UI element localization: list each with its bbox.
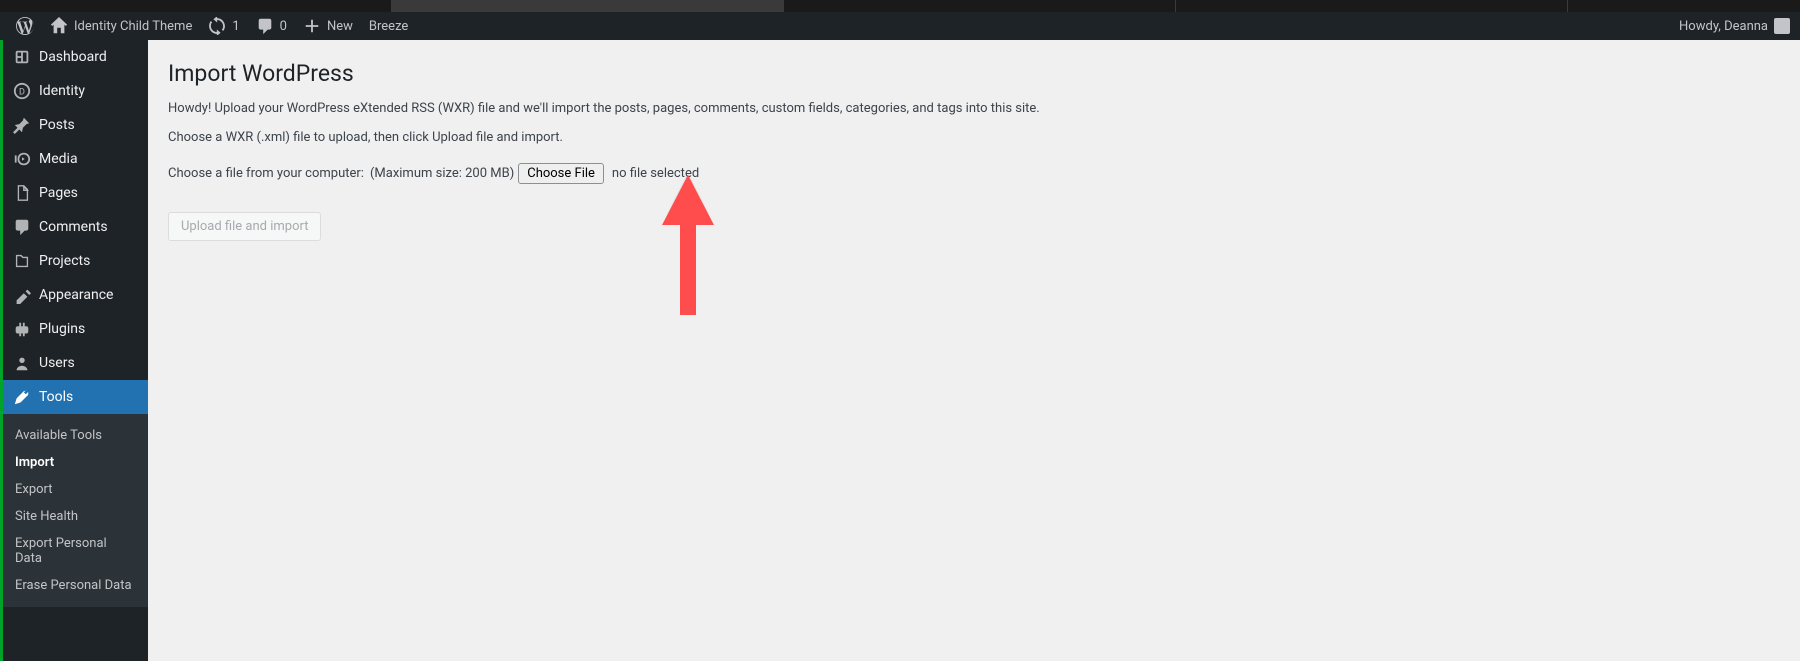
sidebar-item-users[interactable]: Users [3,346,148,380]
instruction-text: Choose a WXR (.xml) file to upload, then… [168,130,1780,145]
sidebar-item-dashboard[interactable]: Dashboard [3,40,148,74]
sidebar-item-label: Appearance [39,287,113,303]
sidebar-item-appearance[interactable]: Appearance [3,278,148,312]
projects-icon [13,252,31,270]
annotation-arrow [658,175,718,315]
comments-icon [13,218,31,236]
account-link[interactable]: Howdy, Deanna [1679,18,1792,34]
new-content-link[interactable]: New [295,12,361,40]
site-name-link[interactable]: Identity Child Theme [42,12,200,40]
browser-tab-active[interactable] [392,0,784,12]
sidebar-item-label: Projects [39,253,90,269]
upload-import-button[interactable]: Upload file and import [168,212,321,241]
intro-text: Howdy! Upload your WordPress eXtended RS… [168,101,1780,116]
admin-bar: Identity Child Theme 1 0 New Breeze Howd… [0,12,1800,40]
update-icon [208,17,226,35]
submenu-site-health[interactable]: Site Health [3,503,148,530]
sidebar-item-label: Posts [39,117,75,133]
wp-logo[interactable] [8,12,42,40]
home-icon [50,17,68,35]
choose-file-label: Choose a file from your computer: [168,166,364,181]
comments-link[interactable]: 0 [248,12,295,40]
sidebar-item-label: Media [39,151,78,167]
submenu-available-tools[interactable]: Available Tools [3,422,148,449]
sidebar-item-plugins[interactable]: Plugins [3,312,148,346]
updates-link[interactable]: 1 [200,12,247,40]
plugin-icon [13,320,31,338]
media-icon [13,150,31,168]
sidebar-item-label: Tools [39,389,73,405]
tools-submenu: Available Tools Import Export Site Healt… [3,414,148,607]
new-label: New [327,19,353,34]
browser-tab[interactable] [784,0,1176,12]
sidebar-item-comments[interactable]: Comments [3,210,148,244]
sidebar-item-identity[interactable]: D Identity [3,74,148,108]
sidebar-item-projects[interactable]: Projects [3,244,148,278]
users-icon [13,354,31,372]
sidebar-item-media[interactable]: Media [3,142,148,176]
admin-sidebar: Dashboard D Identity Posts Media Pages C… [0,40,148,661]
appearance-icon [13,286,31,304]
avatar [1774,18,1790,34]
comments-count: 0 [280,19,287,34]
pin-icon [13,116,31,134]
breeze-label: Breeze [369,19,408,34]
page-icon [13,184,31,202]
howdy-text: Howdy, Deanna [1679,19,1768,34]
submenu-import[interactable]: Import [3,449,148,476]
browser-tab[interactable] [0,0,392,12]
sidebar-item-label: Plugins [39,321,85,337]
sidebar-item-label: Identity [39,83,85,99]
choose-file-button[interactable]: Choose File [518,163,604,184]
submenu-export-personal-data[interactable]: Export Personal Data [3,530,148,572]
sidebar-item-label: Pages [39,185,78,201]
comment-icon [256,17,274,35]
identity-icon: D [13,82,31,100]
site-name-text: Identity Child Theme [74,19,192,34]
sidebar-item-posts[interactable]: Posts [3,108,148,142]
sidebar-item-label: Users [39,355,75,371]
wordpress-icon [16,17,34,35]
sidebar-item-pages[interactable]: Pages [3,176,148,210]
page-title: Import WordPress [168,60,1780,87]
breeze-link[interactable]: Breeze [361,12,416,40]
sidebar-item-label: Comments [39,219,108,235]
submenu-export[interactable]: Export [3,476,148,503]
browser-tab[interactable] [1176,0,1568,12]
sidebar-item-label: Dashboard [39,49,107,65]
plus-icon [303,17,321,35]
tools-icon [13,388,31,406]
svg-text:D: D [19,88,25,98]
sidebar-item-tools[interactable]: Tools [3,380,148,414]
dashboard-icon [13,48,31,66]
updates-count: 1 [232,19,239,34]
browser-tab-bar [0,0,1800,12]
submenu-erase-personal-data[interactable]: Erase Personal Data [3,572,148,599]
max-size-hint: (Maximum size: 200 MB) [370,166,514,181]
main-content: Import WordPress Howdy! Upload your Word… [148,40,1800,661]
